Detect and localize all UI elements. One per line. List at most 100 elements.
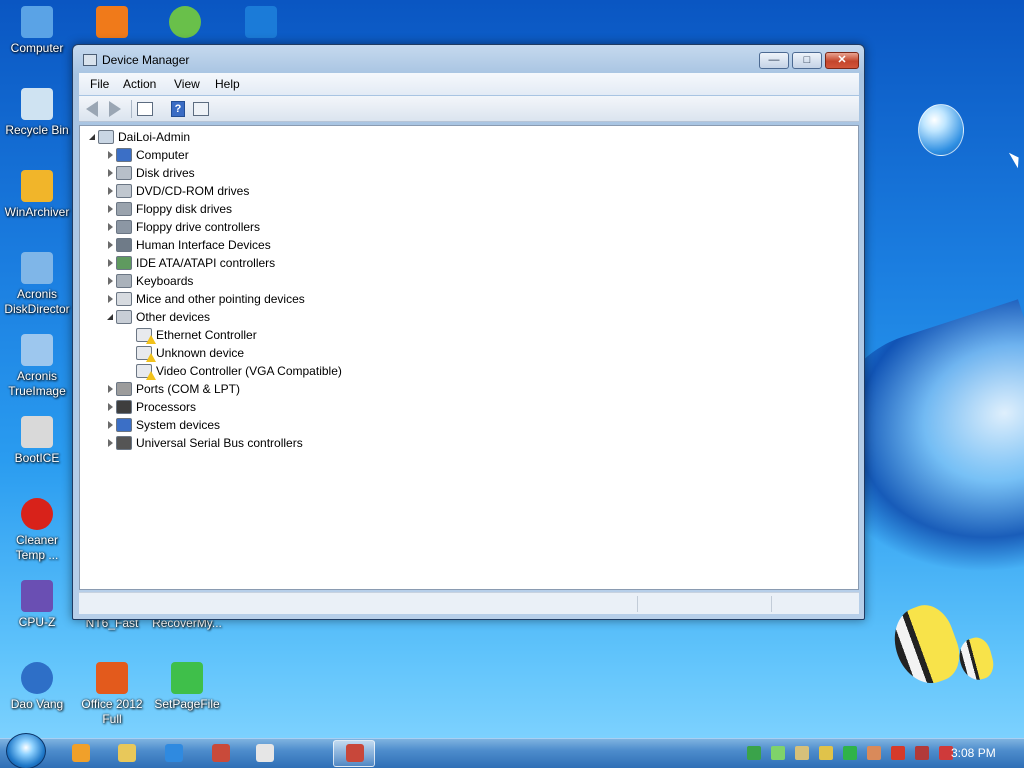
alert-icon[interactable] bbox=[891, 746, 905, 760]
expand-arrow-icon[interactable] bbox=[108, 259, 113, 267]
tree-row[interactable]: Other devices bbox=[107, 308, 840, 326]
desktop-icon-bootice[interactable]: BootICE bbox=[0, 416, 74, 466]
tree-row[interactable]: IDE ATA/ATAPI controllers bbox=[108, 254, 840, 272]
forward-arrow-icon[interactable] bbox=[109, 101, 121, 117]
desktop-icon-computer[interactable]: Computer bbox=[0, 6, 74, 56]
device-manager-task-icon[interactable] bbox=[346, 744, 364, 762]
tree-row[interactable]: Keyboards bbox=[108, 272, 840, 290]
network-globe-icon[interactable] bbox=[747, 746, 761, 760]
title-bar[interactable]: Device Manager — □ ✕ bbox=[73, 45, 864, 73]
tree-row[interactable]: Ethernet Controller bbox=[136, 326, 840, 344]
menu-file[interactable]: File bbox=[90, 77, 109, 91]
desktop-icon-cpuz[interactable]: CPU-Z bbox=[0, 580, 74, 630]
expand-arrow-icon[interactable] bbox=[108, 277, 113, 285]
tree-row[interactable]: Universal Serial Bus controllers bbox=[108, 434, 840, 452]
menu-help[interactable]: Help bbox=[215, 77, 240, 91]
minimize-button[interactable]: — bbox=[759, 52, 789, 69]
window-title: Device Manager bbox=[102, 53, 190, 67]
play-icon[interactable] bbox=[843, 746, 857, 760]
expand-arrow-icon[interactable] bbox=[108, 187, 113, 195]
expand-arrow-icon[interactable] bbox=[108, 151, 113, 159]
display-icon[interactable] bbox=[915, 746, 929, 760]
collapse-arrow-icon[interactable] bbox=[107, 314, 113, 320]
device-tree[interactable]: DaiLoi-Admin Computer Disk drives DVD/CD-RO… bbox=[79, 125, 859, 590]
expand-arrow-icon[interactable] bbox=[108, 403, 113, 411]
view-icon[interactable] bbox=[193, 102, 209, 116]
desktop-icon-winarchiver[interactable]: WinArchiver bbox=[0, 170, 74, 220]
expand-arrow-icon[interactable] bbox=[108, 385, 113, 393]
dvd-drive-icon bbox=[116, 184, 132, 198]
keyboard-icon bbox=[116, 274, 132, 288]
desktop-icon-office-folder[interactable] bbox=[75, 6, 149, 41]
tree-row[interactable]: DaiLoi-Admin bbox=[89, 128, 840, 146]
status-divider bbox=[771, 596, 772, 612]
desktop-icon-office-2012[interactable]: Office 2012 Full bbox=[75, 662, 149, 727]
tree-row[interactable]: Disk drives bbox=[108, 164, 840, 182]
paint-icon[interactable] bbox=[256, 744, 274, 762]
desktop-icon-acronis-trueimage[interactable]: Acronis TrueImage bbox=[0, 334, 74, 399]
desktop-icon-cleaner[interactable]: Cleaner Temp ... bbox=[0, 498, 74, 563]
tree-row-label: System devices bbox=[136, 418, 221, 432]
explorer-folder-icon[interactable] bbox=[118, 744, 136, 762]
desktop-icon-label: Acronis TrueImage bbox=[8, 369, 66, 398]
teamviewer-icon bbox=[245, 6, 277, 38]
toolbar: ? bbox=[79, 96, 859, 122]
toolbar-separator bbox=[131, 100, 132, 118]
tree-row[interactable]: System devices bbox=[108, 416, 840, 434]
remote-icon[interactable] bbox=[867, 746, 881, 760]
expand-arrow-icon[interactable] bbox=[108, 421, 113, 429]
printer-icon[interactable] bbox=[795, 746, 809, 760]
expand-arrow-icon[interactable] bbox=[108, 295, 113, 303]
expand-arrow-icon[interactable] bbox=[108, 241, 113, 249]
desktop-icon-recycle-bin[interactable]: Recycle Bin bbox=[0, 88, 74, 138]
help-icon[interactable]: ? bbox=[171, 101, 185, 117]
winarchiver-icon bbox=[21, 170, 53, 202]
desktop-icon-setpagefile[interactable]: SetPageFile bbox=[150, 662, 224, 712]
tree-row[interactable]: Human Interface Devices bbox=[108, 236, 840, 254]
security-check-icon[interactable] bbox=[771, 746, 785, 760]
tree-row-label: Video Controller (VGA Compatible) bbox=[156, 364, 342, 378]
desktop-icon-dao-vang[interactable]: Dao Vang bbox=[0, 662, 74, 712]
desktop-icon-teamviewer[interactable] bbox=[224, 6, 298, 41]
back-arrow-icon[interactable] bbox=[86, 101, 98, 117]
tree-row[interactable]: DVD/CD-ROM drives bbox=[108, 182, 840, 200]
tree-row[interactable]: Video Controller (VGA Compatible) bbox=[136, 362, 840, 380]
expand-arrow-icon[interactable] bbox=[108, 223, 113, 231]
tree-row[interactable]: Processors bbox=[108, 398, 840, 416]
tree-row[interactable]: Computer bbox=[108, 146, 840, 164]
maximize-button[interactable]: □ bbox=[792, 52, 822, 69]
tree-row[interactable]: Floppy drive controllers bbox=[108, 218, 840, 236]
ide-controller-icon bbox=[116, 256, 132, 270]
device-manager-window[interactable]: Device Manager — □ ✕ File Action View He… bbox=[72, 44, 865, 620]
pencil-tool-icon[interactable] bbox=[819, 746, 833, 760]
wallpaper-fish bbox=[955, 634, 997, 684]
media-player-icon[interactable] bbox=[72, 744, 90, 762]
device-manager-icon bbox=[83, 54, 97, 66]
desktop-icon-acronis-diskdirector[interactable]: Acronis DiskDirector bbox=[0, 252, 74, 317]
processor-icon bbox=[116, 400, 132, 414]
tree-row[interactable]: Unknown device bbox=[136, 344, 840, 362]
tree-row[interactable]: Floppy disk drives bbox=[108, 200, 840, 218]
tree-row[interactable]: Mice and other pointing devices bbox=[108, 290, 840, 308]
menu-action[interactable]: Action bbox=[123, 77, 156, 91]
office-icon bbox=[96, 662, 128, 694]
system-clock[interactable]: 3:08 PM bbox=[951, 746, 996, 760]
tree-row-label: Unknown device bbox=[156, 346, 245, 360]
expand-arrow-icon[interactable] bbox=[108, 169, 113, 177]
tree-row-label: Computer bbox=[136, 148, 189, 162]
tree-row[interactable]: Ports (COM & LPT) bbox=[108, 380, 840, 398]
expand-arrow-icon[interactable] bbox=[108, 439, 113, 447]
utorrent-icon bbox=[169, 6, 201, 38]
collapse-arrow-icon[interactable] bbox=[89, 134, 95, 140]
internet-explorer-icon[interactable] bbox=[165, 744, 183, 762]
menu-view[interactable]: View bbox=[174, 77, 200, 91]
start-button[interactable] bbox=[6, 733, 46, 768]
properties-icon[interactable] bbox=[137, 102, 153, 116]
wallpaper-bubble-logo bbox=[918, 104, 964, 156]
monitor-icon bbox=[116, 148, 132, 162]
floppy-drive-icon bbox=[116, 202, 132, 216]
close-button[interactable]: ✕ bbox=[825, 52, 859, 69]
expand-arrow-icon[interactable] bbox=[108, 205, 113, 213]
network-tool-icon[interactable] bbox=[212, 744, 230, 762]
desktop-icon-utorrent[interactable] bbox=[148, 6, 222, 41]
